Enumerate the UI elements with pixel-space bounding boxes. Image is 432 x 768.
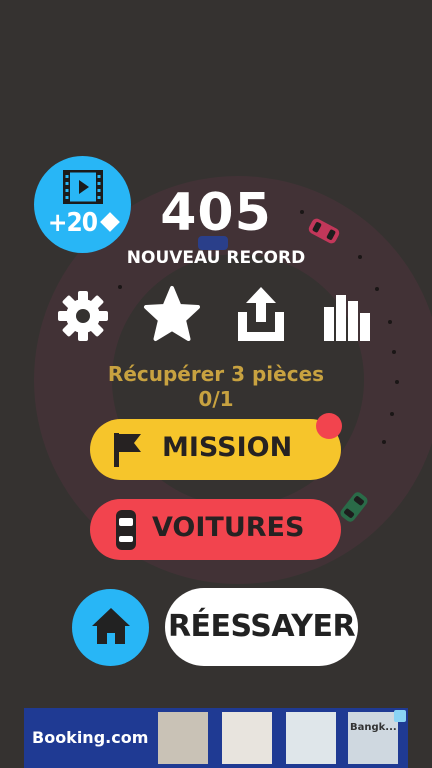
cars-button-label: VOITURES <box>152 512 305 543</box>
mission-button-label: MISSION <box>162 432 293 463</box>
skid-mark <box>388 320 392 324</box>
leaderboard-icon[interactable] <box>324 295 372 341</box>
score: 405 <box>160 183 272 243</box>
star-icon[interactable] <box>141 285 203 345</box>
car-icon <box>116 510 136 550</box>
ad-brand: Booking.com <box>32 728 149 747</box>
cars-button[interactable]: VOITURES <box>90 499 341 560</box>
mission-description: Récupérer 3 pièces <box>107 362 325 386</box>
ad-banner[interactable]: Booking.com Bangk... <box>24 708 408 768</box>
ad-thumbnail-text: Bangk... <box>350 722 397 733</box>
skid-mark <box>382 440 386 444</box>
home-icon <box>92 608 130 644</box>
gear-icon[interactable] <box>57 290 109 342</box>
ad-thumbnail <box>158 712 208 764</box>
mission-progress: 0/1 <box>198 387 234 411</box>
skid-mark <box>118 285 122 289</box>
skid-mark <box>390 412 394 416</box>
ad-thumbnail <box>286 712 336 764</box>
skid-mark <box>375 287 379 291</box>
notification-dot <box>316 413 342 439</box>
adchoices-icon[interactable] <box>394 710 406 722</box>
skid-mark <box>392 350 396 354</box>
home-button[interactable] <box>72 589 149 666</box>
retry-button[interactable]: RÉESSAYER <box>165 588 358 666</box>
ad-thumbnail: Bangk... <box>348 712 398 764</box>
new-record-label: NOUVEAU RECORD <box>126 248 306 268</box>
flag-icon <box>114 433 141 467</box>
mission-button[interactable]: MISSION <box>90 419 341 480</box>
ad-thumbnail <box>222 712 272 764</box>
share-icon[interactable] <box>236 286 286 342</box>
